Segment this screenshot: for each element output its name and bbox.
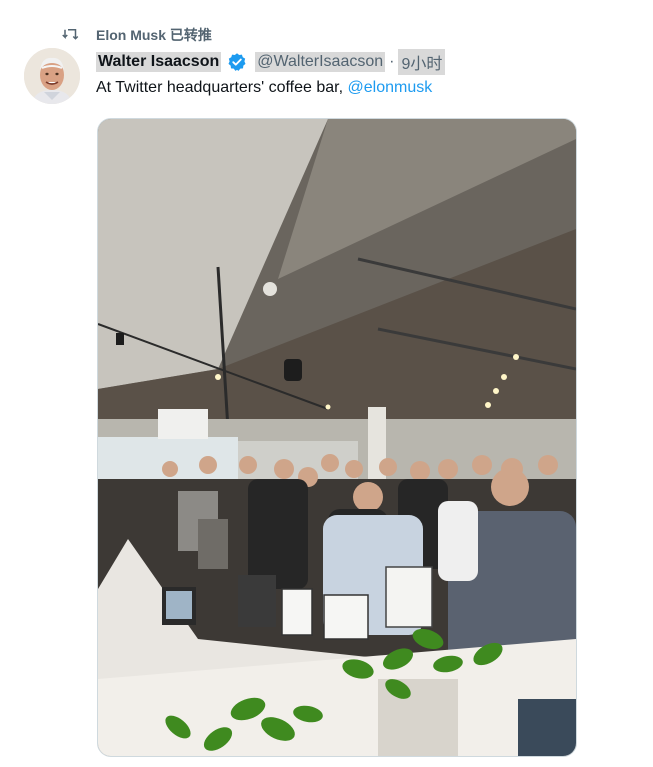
avatar[interactable] <box>24 48 80 104</box>
separator-dot: · <box>389 53 395 70</box>
user-handle[interactable]: @WalterIsaacson <box>255 52 386 72</box>
tweet-header: Walter Isaacson @WalterIsaacson · 9小时 <box>96 49 446 75</box>
tweet-timestamp[interactable]: 9小时 <box>398 49 446 75</box>
display-name[interactable]: Walter Isaacson <box>96 52 222 72</box>
retweet-icon <box>62 29 79 40</box>
tweet-photo[interactable] <box>97 118 577 757</box>
tweet-text: At Twitter headquarters' coffee bar, @el… <box>96 79 432 97</box>
mention-link[interactable]: @elonmusk <box>348 79 433 96</box>
tweet-body: At Twitter headquarters' coffee bar, <box>96 79 348 96</box>
retweet-context[interactable]: Elon Musk 已转推 <box>62 26 362 44</box>
verified-badge-icon <box>228 53 246 71</box>
retweet-label[interactable]: Elon Musk 已转推 <box>96 26 212 44</box>
